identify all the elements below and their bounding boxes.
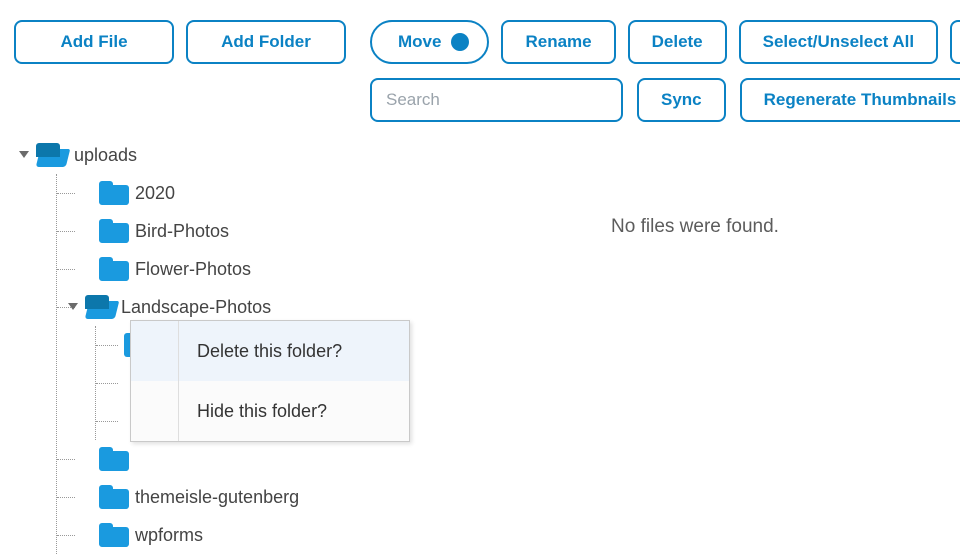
sync-button[interactable]: Sync bbox=[637, 78, 726, 122]
regenerate-thumbnails-button[interactable]: Regenerate Thumbnails bbox=[740, 78, 960, 122]
select-unselect-all-button[interactable]: Select/Unselect All bbox=[739, 20, 939, 64]
empty-state-message: No files were found. bbox=[611, 216, 779, 237]
context-menu-label: Hide this folder? bbox=[179, 401, 327, 422]
tree-root[interactable]: uploads bbox=[18, 136, 460, 174]
sort-button[interactable]: Sort by D bbox=[950, 20, 960, 64]
context-menu-icon-slot bbox=[131, 381, 179, 441]
tree-node-label: Landscape-Photos bbox=[121, 297, 271, 318]
move-label: Move bbox=[398, 32, 441, 52]
folder-icon bbox=[99, 485, 129, 509]
folder-open-icon bbox=[36, 143, 66, 167]
folder-icon bbox=[99, 523, 129, 547]
search-input[interactable] bbox=[370, 78, 623, 122]
context-menu-delete-folder[interactable]: Delete this folder? bbox=[131, 321, 409, 381]
tree-node-label: Flower-Photos bbox=[135, 259, 251, 280]
context-menu-icon-slot bbox=[131, 321, 179, 381]
move-button[interactable]: Move bbox=[370, 20, 489, 64]
tree-node[interactable] bbox=[57, 440, 460, 478]
tree-node-label: uploads bbox=[72, 143, 143, 168]
tree-node[interactable]: wpforms bbox=[57, 516, 460, 554]
file-list-pane: No files were found. bbox=[460, 136, 960, 238]
chevron-down-icon[interactable] bbox=[67, 301, 79, 313]
folder-icon bbox=[99, 219, 129, 243]
add-folder-button[interactable]: Add Folder bbox=[186, 20, 346, 64]
tree-node[interactable]: themeisle-gutenberg bbox=[57, 478, 460, 516]
chevron-down-icon[interactable] bbox=[18, 149, 30, 161]
context-menu-label: Delete this folder? bbox=[179, 341, 342, 362]
folder-icon bbox=[99, 181, 129, 205]
folder-icon bbox=[99, 257, 129, 281]
tree-node[interactable]: Flower-Photos bbox=[57, 250, 460, 288]
tree-node-label: themeisle-gutenberg bbox=[135, 487, 299, 508]
tree-node-label: 2020 bbox=[135, 183, 175, 204]
tree-node[interactable]: Bird-Photos bbox=[57, 212, 460, 250]
toolbar-secondary: Sync Regenerate Thumbnails bbox=[0, 74, 960, 136]
folder-icon bbox=[99, 447, 129, 471]
move-toggle-dot-icon bbox=[451, 33, 469, 51]
tree-node-label: wpforms bbox=[135, 525, 203, 546]
tree-node-label: Bird-Photos bbox=[135, 221, 229, 242]
tree-node[interactable]: 2020 bbox=[57, 174, 460, 212]
context-menu-hide-folder[interactable]: Hide this folder? bbox=[131, 381, 409, 441]
toolbar-primary: Add File Add Folder Move Rename Delete S… bbox=[0, 0, 960, 74]
delete-button[interactable]: Delete bbox=[628, 20, 727, 64]
add-file-button[interactable]: Add File bbox=[14, 20, 174, 64]
rename-button[interactable]: Rename bbox=[501, 20, 615, 64]
folder-open-icon bbox=[85, 295, 115, 319]
context-menu: Delete this folder? Hide this folder? bbox=[130, 320, 410, 442]
